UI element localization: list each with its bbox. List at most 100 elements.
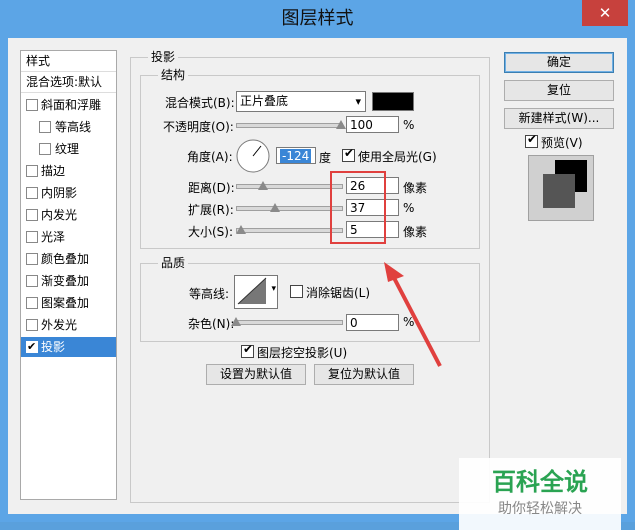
annotation-highlight-box xyxy=(330,171,386,244)
angle-unit: 度 xyxy=(319,151,332,165)
distance-slider[interactable] xyxy=(236,184,343,189)
checkmark-icon: ✔ xyxy=(344,146,355,160)
blend-mode-label: 混合模式(B): xyxy=(165,96,235,110)
spread-slider-thumb[interactable] xyxy=(269,203,280,212)
style-item-label: 内阴影 xyxy=(41,186,78,200)
chevron-down-icon: ▾ xyxy=(355,95,361,108)
knockout-checkbox[interactable]: ✔ xyxy=(241,342,254,358)
style-item-label: 描边 xyxy=(41,164,66,178)
angle-label: 角度(A): xyxy=(187,150,233,164)
style-item-label: 光泽 xyxy=(41,230,66,244)
dialog-window: 图层样式 ✕ 样式 混合选项:默认 斜面和浮雕 等高线 纹理 描边 内阴影 内发光 光泽 颜色… xyxy=(0,0,635,530)
reset-button[interactable]: 复位 xyxy=(504,80,614,101)
styles-list-header[interactable]: 样式 xyxy=(21,51,116,72)
style-item[interactable]: 斜面和浮雕 xyxy=(21,95,116,115)
spread-slider[interactable] xyxy=(236,206,343,211)
close-icon[interactable]: ✕ xyxy=(582,0,628,26)
new-style-button[interactable]: 新建样式(W)... xyxy=(504,108,614,129)
distance-unit: 像素 xyxy=(403,181,428,195)
contour-curve-icon xyxy=(237,277,267,305)
opacity-input[interactable]: 100 xyxy=(346,116,399,133)
style-item-checkbox[interactable] xyxy=(26,165,38,177)
angle-dial[interactable] xyxy=(235,138,271,174)
style-item-checkbox[interactable] xyxy=(26,209,38,221)
blend-options-item[interactable]: 混合选项:默认 xyxy=(21,72,116,93)
contour-picker[interactable]: ▾ xyxy=(234,275,278,309)
opacity-slider-thumb[interactable] xyxy=(336,120,346,129)
style-item-checkbox[interactable] xyxy=(26,275,38,287)
checkmark-icon: ✔ xyxy=(243,342,254,356)
noise-label: 杂色(N): xyxy=(188,317,235,331)
global-light-checkbox[interactable]: ✔ xyxy=(342,146,355,162)
style-item[interactable]: 描边 xyxy=(21,161,116,181)
size-label: 大小(S): xyxy=(188,225,234,239)
preview-label: 预览(V) xyxy=(541,136,583,150)
style-item-checkbox[interactable] xyxy=(26,231,38,243)
watermark-title: 百科全说 xyxy=(492,468,588,496)
size-slider-thumb[interactable] xyxy=(236,225,247,234)
make-default-button[interactable]: 设置为默认值 xyxy=(206,364,306,385)
opacity-unit: % xyxy=(403,118,415,132)
style-item-checkbox[interactable] xyxy=(26,187,38,199)
watermark-logo: 百科全说 助你轻松解决 xyxy=(459,458,621,530)
knockout-label: 图层挖空投影(U) xyxy=(257,346,348,360)
drop-shadow-title: 投影 xyxy=(148,48,179,65)
style-item-checkbox[interactable] xyxy=(39,143,51,155)
size-slider[interactable] xyxy=(236,228,343,233)
spread-unit: % xyxy=(403,201,415,215)
style-item-label: 纹理 xyxy=(55,142,80,156)
noise-slider[interactable] xyxy=(236,320,343,325)
style-item-label: 图案叠加 xyxy=(41,296,90,310)
style-item[interactable]: 图案叠加 xyxy=(21,293,116,313)
style-item[interactable]: 等高线 xyxy=(21,117,116,137)
style-item[interactable]: 颜色叠加 xyxy=(21,249,116,269)
style-item-label: 内发光 xyxy=(41,208,78,222)
antialias-checkbox[interactable]: ✔ xyxy=(290,285,303,298)
style-item[interactable]: 内阴影 xyxy=(21,183,116,203)
size-unit: 像素 xyxy=(403,225,428,239)
style-item-checkbox[interactable] xyxy=(26,99,38,111)
noise-slider-thumb[interactable] xyxy=(231,317,241,326)
antialias-label: 消除锯齿(L) xyxy=(306,286,371,300)
style-item-label: 投影 xyxy=(41,340,66,354)
style-item-checkbox[interactable] xyxy=(26,319,38,331)
blend-mode-value: 正片叠底 xyxy=(240,94,289,108)
blend-mode-select[interactable]: 正片叠底 ▾ xyxy=(236,91,366,112)
opacity-slider[interactable] xyxy=(236,123,343,128)
blend-color-swatch[interactable] xyxy=(372,92,414,111)
style-item-label: 等高线 xyxy=(55,120,92,134)
preview-checkbox[interactable]: ✔ xyxy=(525,132,538,148)
style-item[interactable]: 光泽 xyxy=(21,227,116,247)
style-item[interactable]: 渐变叠加 xyxy=(21,271,116,291)
style-item[interactable]: ✔ 投影 xyxy=(21,337,116,357)
style-item-checkbox[interactable] xyxy=(26,253,38,265)
checkmark-icon: ✔ xyxy=(527,132,538,146)
style-item[interactable]: 内发光 xyxy=(21,205,116,225)
checkmark-icon: ✔ xyxy=(27,340,37,353)
distance-slider-thumb[interactable] xyxy=(258,181,269,190)
watermark-subtitle: 助你轻松解决 xyxy=(498,501,582,517)
angle-input[interactable]: -124 xyxy=(276,147,316,164)
ok-button[interactable]: 确定 xyxy=(504,52,614,73)
structure-title: 结构 xyxy=(158,66,189,83)
quality-title: 品质 xyxy=(158,254,189,271)
opacity-label: 不透明度(O): xyxy=(163,120,234,134)
style-item-checkbox[interactable] xyxy=(26,297,38,309)
dialog-client: 样式 混合选项:默认 斜面和浮雕等高线纹理描边内阴影内发光光泽颜色叠加渐变叠加图… xyxy=(8,38,627,530)
preview-shape xyxy=(543,174,575,208)
contour-label: 等高线: xyxy=(189,287,230,301)
style-item-checkbox[interactable]: ✔ xyxy=(26,340,38,353)
style-item-label: 渐变叠加 xyxy=(41,274,90,288)
style-item-label: 外发光 xyxy=(41,318,78,332)
spread-label: 扩展(R): xyxy=(188,203,234,217)
style-item[interactable]: 外发光 xyxy=(21,315,116,335)
style-item-label: 斜面和浮雕 xyxy=(41,98,102,112)
style-item-checkbox[interactable] xyxy=(39,121,51,133)
style-item[interactable]: 纹理 xyxy=(21,139,116,159)
styles-list: 样式 混合选项:默认 斜面和浮雕等高线纹理描边内阴影内发光光泽颜色叠加渐变叠加图… xyxy=(20,50,117,500)
angle-value: -124 xyxy=(280,149,312,163)
global-light-label: 使用全局光(G) xyxy=(358,150,437,164)
preview-thumbnail xyxy=(528,155,594,221)
style-item-label: 颜色叠加 xyxy=(41,252,90,266)
annotation-arrow xyxy=(384,262,442,367)
